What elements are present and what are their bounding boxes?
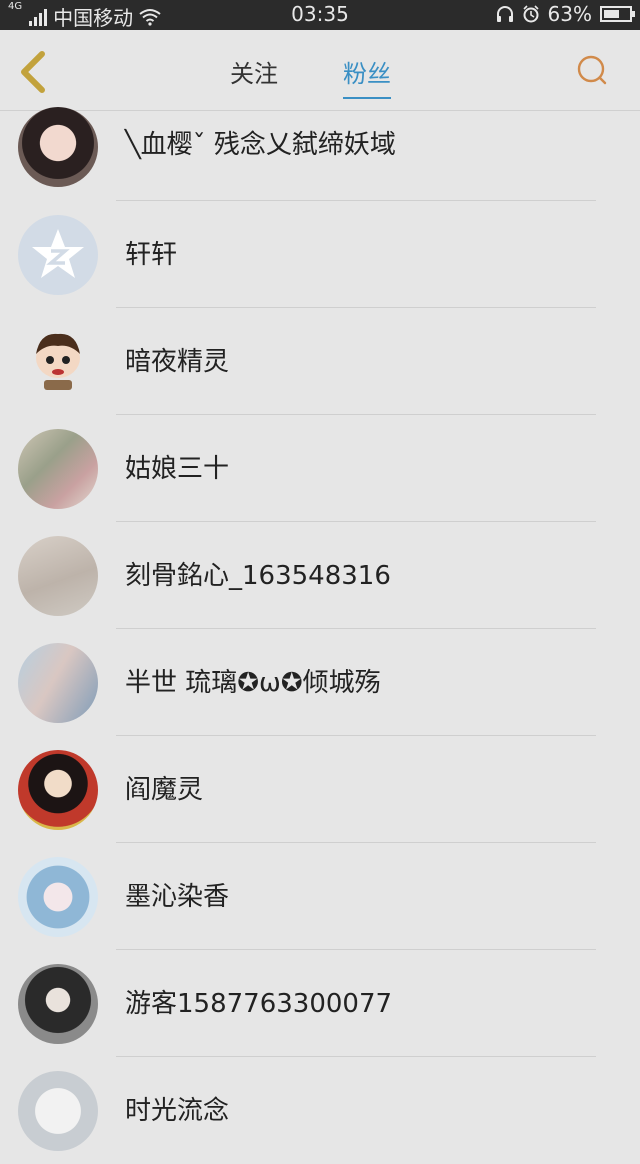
tab-fans-label: 粉丝: [343, 60, 391, 88]
list-item[interactable]: ╲血樱ˇ 残念乂弑缔妖域: [0, 107, 640, 201]
fan-name: 轩轩: [125, 240, 178, 270]
list-item[interactable]: 墨沁染香: [0, 843, 640, 950]
fan-name: 刻骨銘心_163548316: [125, 561, 391, 591]
status-right: 63%: [496, 2, 635, 26]
fan-name: 半世 琉璃✪ω✪倾城殇: [125, 668, 381, 698]
fan-name: 时光流念: [125, 1096, 230, 1126]
fan-name: 暗夜精灵: [125, 347, 230, 377]
list-item[interactable]: 暗夜精灵: [0, 308, 640, 415]
avatar[interactable]: [18, 857, 98, 937]
fan-name: 姑娘三十: [125, 454, 230, 484]
battery-percent: 63%: [547, 2, 592, 26]
fan-name: ╲血樱ˇ 残念乂弑缔妖域: [125, 130, 396, 160]
fan-name: 墨沁染香: [125, 882, 230, 912]
battery-icon: [600, 6, 635, 22]
list-item[interactable]: 阎魔灵: [0, 736, 640, 843]
cartoon-face-icon: [36, 333, 80, 390]
avatar[interactable]: [18, 429, 98, 509]
status-bar: 4G 中国移动 03:35 63%: [0, 0, 640, 30]
battery-fill: [604, 10, 619, 18]
list-item[interactable]: 刻骨銘心_163548316: [0, 522, 640, 629]
tab-following[interactable]: 关注: [230, 54, 278, 89]
avatar[interactable]: [18, 1071, 98, 1151]
avatar[interactable]: [18, 750, 98, 830]
back-arrow-icon[interactable]: [14, 50, 54, 94]
headphones-icon: [496, 6, 513, 22]
search-icon[interactable]: [576, 54, 608, 86]
list-item[interactable]: 轩轩: [0, 201, 640, 308]
active-tab-indicator: [343, 97, 391, 99]
avatar[interactable]: [18, 322, 98, 402]
avatar[interactable]: [18, 536, 98, 616]
avatar[interactable]: [18, 107, 98, 187]
list-item[interactable]: 游客1587763300077: [0, 950, 640, 1057]
avatar[interactable]: [18, 964, 98, 1044]
avatar[interactable]: [18, 215, 98, 295]
fan-name: 阎魔灵: [125, 775, 204, 805]
tab-following-label: 关注: [230, 60, 278, 88]
avatar[interactable]: [18, 643, 98, 723]
top-navigation: 关注 粉丝: [0, 30, 640, 111]
list-item[interactable]: 时光流念: [0, 1057, 640, 1164]
fans-list: ╲血樱ˇ 残念乂弑缔妖域 轩轩 暗夜精灵 姑娘三十 刻骨銘心_163548316…: [0, 107, 640, 1164]
fan-name: 游客1587763300077: [125, 989, 393, 1019]
list-item[interactable]: 半世 琉璃✪ω✪倾城殇: [0, 629, 640, 736]
qzone-star-icon: [32, 229, 84, 278]
alarm-icon: [522, 5, 539, 23]
tab-fans[interactable]: 粉丝: [343, 54, 391, 99]
list-item[interactable]: 姑娘三十: [0, 415, 640, 522]
